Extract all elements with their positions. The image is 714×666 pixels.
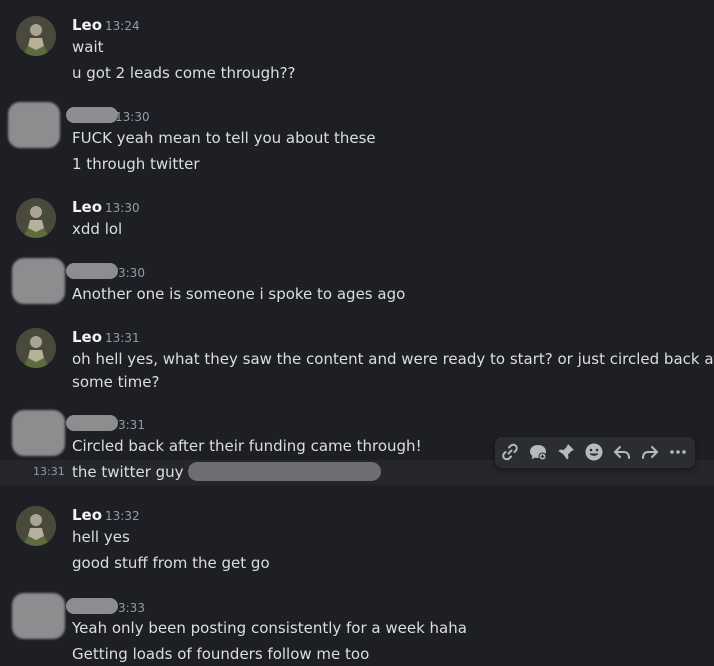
message-timestamp: 13:24 [105,19,140,33]
message-timestamp: 13:30 [105,201,140,215]
username[interactable]: Leo [72,198,102,216]
message-text: FUCK yeah mean to tell you about these [72,129,376,147]
avatar[interactable] [16,328,56,368]
message-text: Circled back after their funding came th… [72,437,422,455]
message-text: Yeah only been posting consistently for … [72,619,467,637]
forward-icon[interactable] [638,440,662,464]
username[interactable]: Leo [72,328,102,346]
message-timestamp: 3:31 [118,418,145,432]
avatar[interactable] [16,506,56,546]
avatar[interactable] [16,198,56,238]
message-text: oh hell yes, what they saw the content a… [72,350,714,368]
username[interactable]: Leo [72,16,102,34]
message-actions-toolbar [494,436,696,469]
chat-log: Leo 13:24 wait u got 2 leads come throug… [0,0,714,666]
message-text: some time? [72,373,160,391]
message-timestamp: 13:31 [33,465,65,478]
message-timestamp: 3:30 [118,266,145,280]
link-icon[interactable] [498,440,522,464]
avatar[interactable] [12,258,65,304]
message-text: hell yes [72,528,130,546]
message-timestamp: 13:32 [105,509,140,523]
username-redacted[interactable] [66,107,118,123]
message-text: 1 through twitter [72,155,200,173]
username[interactable]: Leo [72,506,102,524]
message-text: Getting loads of founders follow me too [72,645,370,663]
message-text: xdd lol [72,220,123,238]
message-text: good stuff from the get go [72,554,270,572]
reply-icon[interactable] [610,440,634,464]
username-redacted[interactable] [66,598,118,614]
message-timestamp: 3:33 [118,601,145,615]
message-text: the twitter guy is [72,463,201,481]
pin-icon[interactable] [554,440,578,464]
message-text: Another one is someone i spoke to ages a… [72,285,406,303]
username-redacted[interactable] [66,415,118,431]
avatar[interactable] [8,102,60,148]
emoji-icon[interactable] [582,440,606,464]
avatar[interactable] [16,16,56,56]
avatar[interactable] [12,593,65,639]
message-timestamp: 13:31 [105,331,140,345]
avatar[interactable] [12,410,65,456]
more-icon[interactable] [666,440,690,464]
redacted-text [188,462,381,481]
message-timestamp: 13:30 [115,110,150,124]
message-text: u got 2 leads come through?? [72,64,296,82]
username-redacted[interactable] [66,263,118,279]
thread-icon[interactable] [526,440,550,464]
message-text: wait [72,38,104,56]
